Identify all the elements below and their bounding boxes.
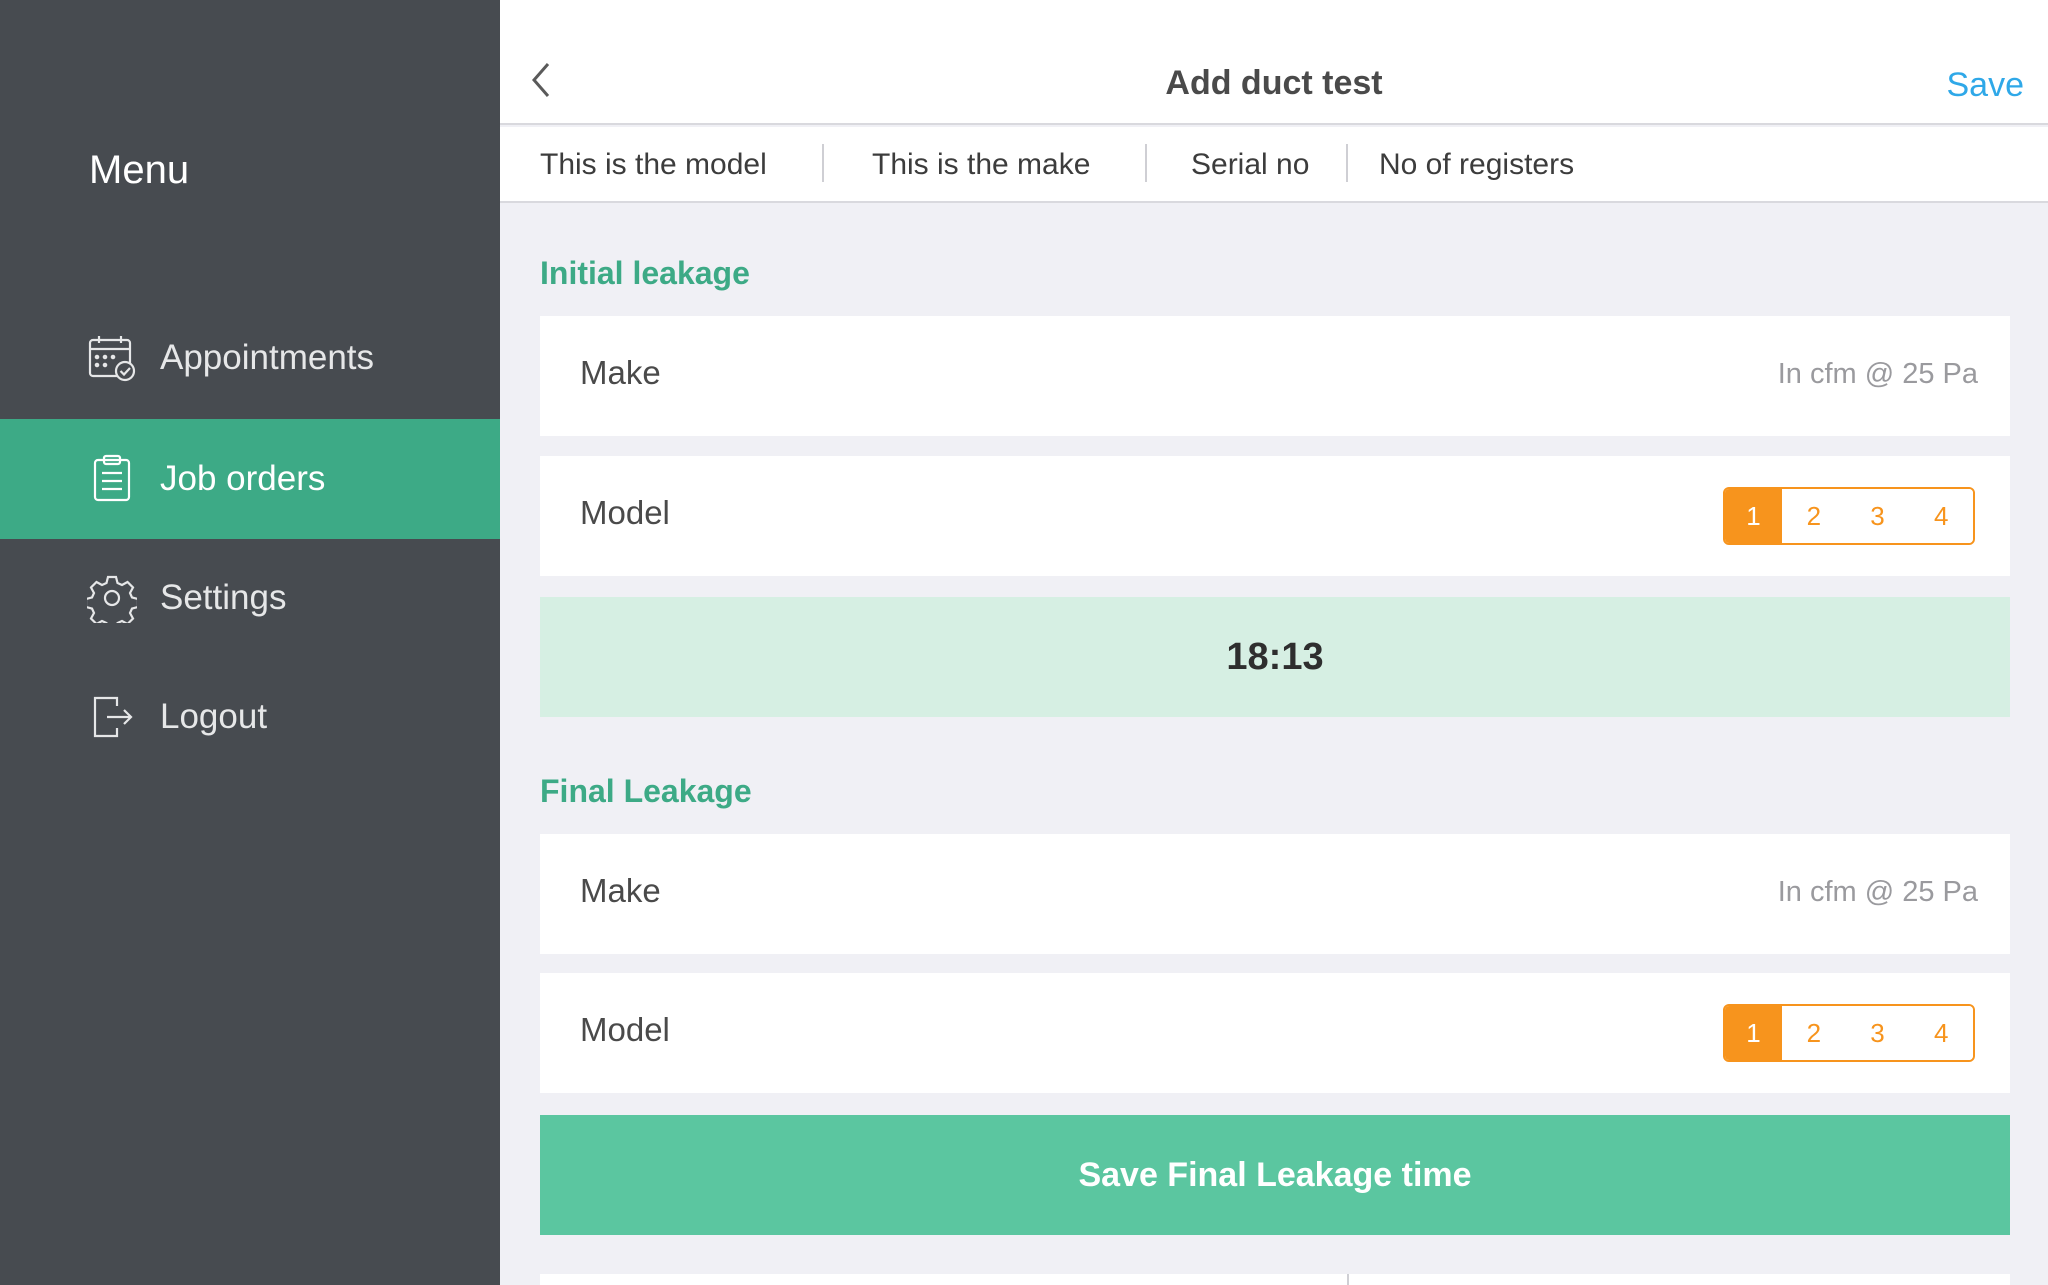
logout-icon: [86, 691, 138, 743]
save-button[interactable]: Save: [1947, 66, 2025, 105]
info-divider: [1145, 144, 1147, 182]
clipboard-icon: [86, 453, 138, 505]
main-content: Add duct test Save This is the model Thi…: [500, 0, 2048, 1285]
calendar-check-icon: [86, 332, 138, 384]
model-label: Model: [580, 1011, 670, 1048]
model-segmented-control: 1 2 3 4: [1723, 487, 1975, 545]
info-model: This is the model: [540, 148, 767, 181]
timer-display: 18:13: [540, 597, 2010, 717]
initial-model-row: Model 1 2 3 4: [540, 456, 2010, 576]
sidebar-item-label: Logout: [160, 697, 268, 736]
segment-4[interactable]: 4: [1909, 1006, 1973, 1060]
sidebar-item-label: Settings: [160, 578, 287, 617]
segment-1[interactable]: 1: [1725, 1006, 1782, 1060]
initial-make-row[interactable]: Make In cfm @ 25 Pa: [540, 316, 2010, 436]
model-label: Model: [580, 494, 670, 531]
sidebar-item-logout[interactable]: Logout: [0, 657, 500, 777]
segment-3[interactable]: 3: [1845, 1006, 1910, 1060]
sidebar-item-label: Job orders: [160, 459, 326, 498]
make-label: Make: [580, 354, 661, 391]
segment-1[interactable]: 1: [1725, 489, 1782, 543]
gear-icon: [86, 572, 138, 624]
segment-4[interactable]: 4: [1909, 489, 1973, 543]
make-hint: In cfm @ 25 Pa: [1777, 876, 1978, 908]
final-model-row: Model 1 2 3 4: [540, 973, 2010, 1093]
sidebar-item-settings[interactable]: Settings: [0, 538, 500, 658]
final-make-row[interactable]: Make In cfm @ 25 Pa: [540, 834, 2010, 954]
info-registers: No of registers: [1379, 148, 1575, 181]
next-row-peek: [540, 1274, 2010, 1285]
info-divider: [1346, 144, 1348, 182]
top-bar: Add duct test Save: [500, 0, 2048, 125]
info-serial: Serial no: [1191, 148, 1310, 181]
sidebar-item-appointments[interactable]: Appointments: [0, 298, 500, 418]
section-title-final: Final Leakage: [540, 773, 752, 809]
make-label: Make: [580, 872, 661, 909]
save-final-leakage-button[interactable]: Save Final Leakage time: [540, 1115, 2010, 1235]
sidebar-item-label: Appointments: [160, 338, 375, 377]
menu-title: Menu: [89, 148, 190, 192]
info-make: This is the make: [872, 148, 1091, 181]
sidebar: Menu Appointments Job orders Settings Lo…: [0, 0, 500, 1285]
info-divider: [822, 144, 824, 182]
page-title: Add duct test: [1165, 64, 1383, 102]
make-hint: In cfm @ 25 Pa: [1777, 358, 1978, 390]
sidebar-item-job-orders[interactable]: Job orders: [0, 419, 500, 539]
app-window: Menu Appointments Job orders Settings Lo…: [0, 0, 2048, 1285]
segment-2[interactable]: 2: [1782, 1006, 1846, 1060]
section-title-initial: Initial leakage: [540, 255, 750, 291]
segment-3[interactable]: 3: [1845, 489, 1910, 543]
info-bar: This is the model This is the make Seria…: [500, 127, 2048, 203]
row-divider: [1347, 1274, 1349, 1285]
model-segmented-control: 1 2 3 4: [1723, 1004, 1975, 1062]
segment-2[interactable]: 2: [1782, 489, 1846, 543]
